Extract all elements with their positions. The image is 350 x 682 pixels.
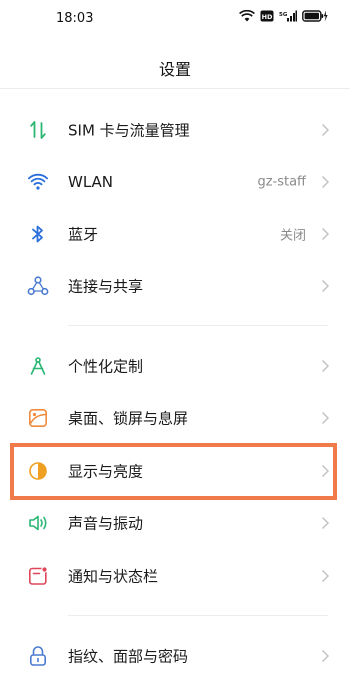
chevron-right-icon <box>321 411 330 425</box>
chevron-right-icon <box>321 569 330 583</box>
chevron-right-icon <box>321 649 330 663</box>
chevron-right-icon <box>321 279 330 293</box>
sim-data-icon <box>27 119 49 141</box>
status-icons: HD 5G <box>239 10 328 22</box>
settings-item-sound-vibration[interactable]: 声音与振动 <box>0 497 350 549</box>
status-time: 18:03 <box>56 11 94 26</box>
section-divider <box>68 615 328 616</box>
bluetooth-status-value: 关闭 <box>279 228 306 244</box>
settings-item-label: 声音与振动 <box>68 514 144 533</box>
sound-icon <box>27 512 49 534</box>
settings-item-label: 指纹、面部与密码 <box>68 647 189 666</box>
settings-item-wlan[interactable]: WLAN gz-staff <box>0 156 350 208</box>
settings-item-label: 通知与状态栏 <box>68 567 159 586</box>
chevron-right-icon <box>321 516 330 530</box>
settings-item-bluetooth[interactable]: 蓝牙 关闭 <box>0 208 350 260</box>
wifi-status-icon <box>239 10 255 22</box>
lock-icon <box>27 645 49 667</box>
settings-item-label: 连接与共享 <box>68 277 144 296</box>
highlight-box <box>10 443 337 500</box>
settings-item-personalize[interactable]: 个性化定制 <box>0 340 350 392</box>
notification-icon <box>27 565 49 587</box>
hd-badge-text: HD <box>262 13 273 21</box>
share-connection-icon <box>27 275 49 297</box>
wallpaper-icon <box>27 407 49 429</box>
cellular-signal-icon: 5G <box>279 10 297 22</box>
settings-item-label: SIM 卡与流量管理 <box>68 121 190 140</box>
page-title: 设置 <box>158 60 191 79</box>
settings-item-sim[interactable]: SIM 卡与流量管理 <box>0 104 350 156</box>
chevron-right-icon <box>321 123 330 137</box>
status-bar: 18:03 HD 5G <box>0 0 350 38</box>
chevron-right-icon <box>321 175 330 189</box>
hd-badge-icon: HD <box>260 10 274 22</box>
wifi-icon <box>27 171 49 193</box>
battery-icon <box>302 10 328 22</box>
network-type-text: 5G <box>279 12 288 18</box>
settings-item-desktop-lockscreen[interactable]: 桌面、锁屏与息屏 <box>0 392 350 444</box>
personalize-icon <box>27 355 49 377</box>
wlan-network-value: gz-staff <box>257 174 306 190</box>
settings-item-notification[interactable]: 通知与状态栏 <box>0 550 350 602</box>
settings-item-fingerprint-face-password[interactable]: 指纹、面部与密码 <box>0 630 350 682</box>
settings-item-label: 个性化定制 <box>68 357 144 376</box>
header-divider <box>0 88 350 89</box>
chevron-right-icon <box>321 359 330 373</box>
chevron-right-icon <box>321 227 330 241</box>
bluetooth-icon <box>27 223 49 245</box>
settings-item-label: WLAN <box>68 173 114 191</box>
settings-item-label: 桌面、锁屏与息屏 <box>68 409 189 428</box>
section-divider <box>68 325 328 326</box>
settings-item-connection-sharing[interactable]: 连接与共享 <box>0 260 350 312</box>
settings-item-label: 蓝牙 <box>68 225 99 244</box>
